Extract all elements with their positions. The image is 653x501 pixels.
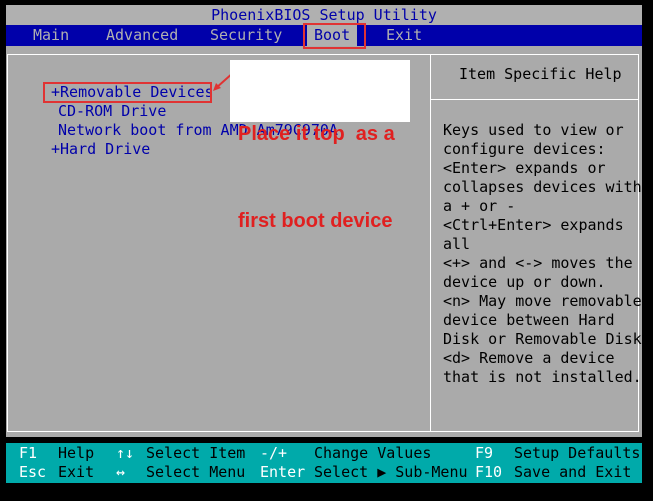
removable-devices-highlight bbox=[43, 82, 212, 103]
key-enter: Enter bbox=[260, 463, 306, 481]
menu-security[interactable]: Security bbox=[210, 25, 282, 46]
key-updown: ↑↓ bbox=[116, 444, 135, 462]
key-esc: Esc bbox=[19, 463, 47, 481]
key-leftright: ↔ bbox=[116, 463, 126, 481]
help-line: that is not installed. bbox=[443, 368, 642, 386]
key-enter-desc: Select ▶ Sub-Menu bbox=[314, 463, 468, 481]
key-f1-desc: Help bbox=[58, 444, 95, 462]
help-line: <+> and <-> moves the bbox=[443, 254, 633, 272]
help-text: Keys used to view or configure devices: … bbox=[443, 121, 642, 387]
boot-item-cdrom-drive[interactable]: CD-ROM Drive bbox=[58, 102, 166, 121]
boot-item-hard-drive[interactable]: +Hard Drive bbox=[51, 140, 150, 159]
key-legend-footer: F1 Help ↑↓ Select Item -/+ Change Values… bbox=[6, 443, 642, 483]
help-line: Disk or Removable Disk bbox=[443, 330, 642, 348]
help-line: collapses devices with bbox=[443, 178, 642, 196]
help-title-divider bbox=[431, 99, 639, 100]
key-f10-desc: Save and Exit bbox=[514, 463, 632, 481]
help-line: <Ctrl+Enter> expands bbox=[443, 216, 624, 234]
menu-advanced[interactable]: Advanced bbox=[106, 25, 178, 46]
key-f9: F9 bbox=[475, 444, 494, 462]
annotation-line: Place it top as a bbox=[238, 123, 395, 145]
key-esc-desc: Exit bbox=[58, 463, 95, 481]
help-line: Keys used to view or bbox=[443, 121, 624, 139]
key-updown-desc: Select Item bbox=[146, 444, 246, 462]
annotation-text: Place it top as a first boot device bbox=[238, 62, 410, 265]
help-title: Item Specific Help bbox=[459, 65, 622, 83]
key-minus-plus-desc: Change Values bbox=[314, 444, 432, 462]
boot-tab-highlight bbox=[303, 23, 366, 49]
help-line: a + or - bbox=[443, 197, 516, 215]
window-title: PhoenixBIOS Setup Utility bbox=[6, 5, 642, 25]
help-line: device up or down. bbox=[443, 273, 606, 291]
key-minus-plus: -/+ bbox=[260, 444, 288, 462]
help-line: device between Hard bbox=[443, 311, 615, 329]
annotation-line: first boot device bbox=[238, 210, 393, 232]
key-f10: F10 bbox=[475, 463, 503, 481]
help-line: <n> May move removable bbox=[443, 292, 642, 310]
help-line: configure devices: bbox=[443, 140, 606, 158]
key-leftright-desc: Select Menu bbox=[146, 463, 246, 481]
help-line: all bbox=[443, 235, 471, 253]
key-f9-desc: Setup Defaults bbox=[514, 444, 641, 462]
key-f1: F1 bbox=[19, 444, 38, 462]
panel-divider bbox=[430, 54, 431, 432]
menu-main[interactable]: Main bbox=[33, 25, 69, 46]
menu-exit[interactable]: Exit bbox=[386, 25, 422, 46]
help-line: <d> Remove a device bbox=[443, 349, 615, 367]
help-line: <Enter> expands or bbox=[443, 159, 606, 177]
